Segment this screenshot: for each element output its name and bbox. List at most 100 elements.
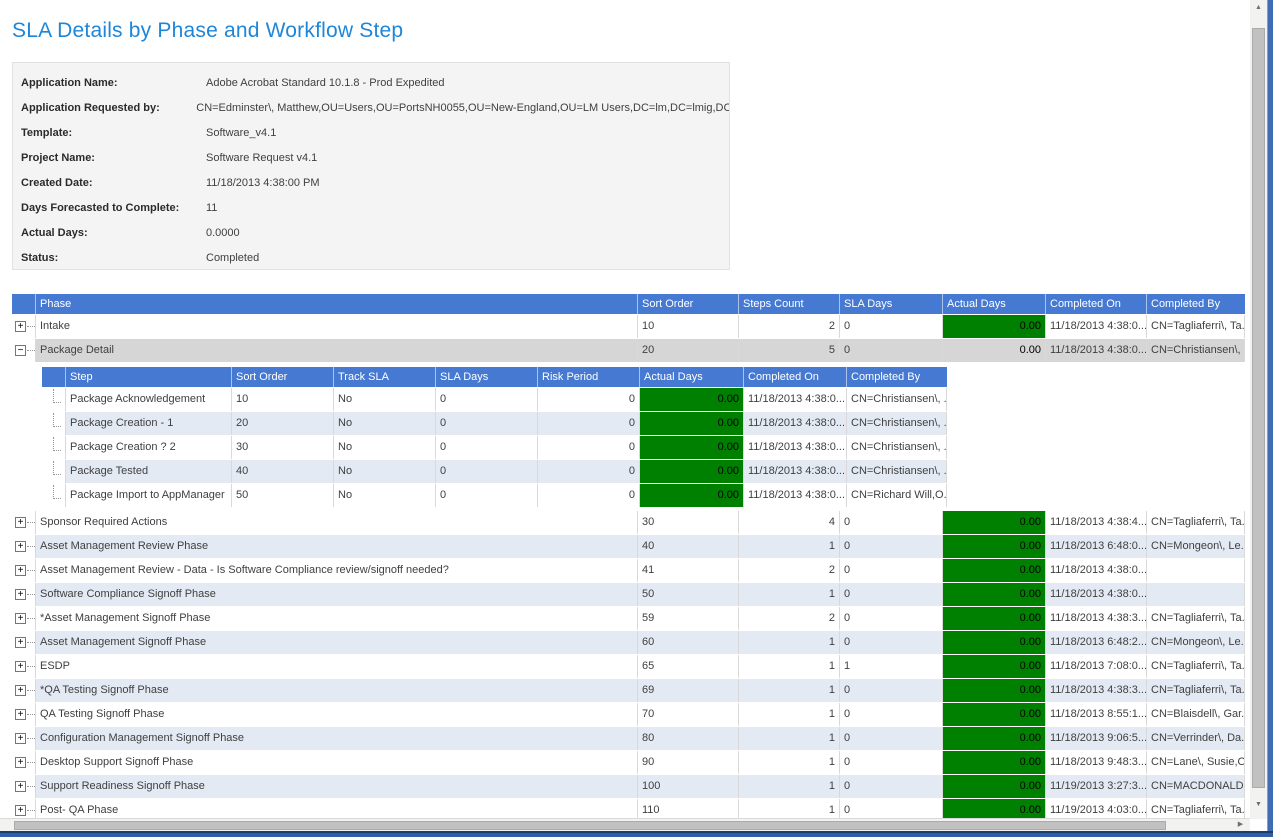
toggle-cell: + (12, 535, 36, 558)
phase-completed-on: 11/18/2013 9:48:3... (1046, 751, 1147, 774)
header-completed-by: Completed By (1147, 294, 1245, 314)
header-actual-days: Actual Days (943, 294, 1046, 314)
info-row: Application Name:Adobe Acrobat Standard … (13, 71, 729, 96)
phase-name: Asset Management Review - Data - Is Soft… (36, 559, 638, 582)
phase-actual-days: 0.00 (943, 535, 1046, 558)
phase-sla-days: 0 (840, 607, 943, 630)
phase-actual-days: 0.00 (943, 315, 1046, 338)
info-label: Application Name: (13, 71, 206, 96)
scroll-up-icon[interactable]: ▲ (1250, 0, 1267, 15)
phase-completed-on: 11/18/2013 4:38:0... (1046, 339, 1147, 362)
expand-toggle-icon[interactable]: + (15, 321, 26, 332)
phase-steps-count: 1 (739, 631, 840, 654)
expand-toggle-icon[interactable]: + (15, 757, 26, 768)
info-label: Status: (13, 246, 206, 271)
phase-rows: + Intake 10 2 0 0.00 11/18/2013 4:38:0..… (12, 315, 1245, 822)
phase-table-header: Phase Sort Order Steps Count SLA Days Ac… (12, 294, 1245, 314)
phase-sla-days: 0 (840, 583, 943, 606)
phase-actual-days: 0.00 (943, 727, 1046, 750)
info-label: Created Date: (13, 171, 206, 196)
phase-actual-days: 0.00 (943, 679, 1046, 702)
sub-header-step: Step (66, 367, 232, 387)
header-phase: Phase (36, 294, 638, 314)
phase-row: + Software Compliance Signoff Phase 50 1… (12, 583, 1245, 606)
toggle-cell: + (12, 727, 36, 750)
expand-toggle-icon[interactable]: + (15, 733, 26, 744)
phase-row: + Asset Management Review Phase 40 1 0 0… (12, 535, 1245, 558)
vertical-scrollbar-thumb[interactable] (1252, 28, 1265, 788)
tree-branch-icon (53, 413, 61, 427)
step-tree-cell (42, 436, 66, 459)
phase-sort-order: 100 (638, 775, 739, 798)
phase-name: Software Compliance Signoff Phase (36, 583, 638, 606)
step-track-sla: No (334, 484, 436, 507)
phase-sort-order: 41 (638, 559, 739, 582)
step-track-sla: No (334, 436, 436, 459)
expand-toggle-icon[interactable]: + (15, 781, 26, 792)
header-completed-on: Completed On (1046, 294, 1147, 314)
phase-steps-count: 2 (739, 559, 840, 582)
info-value: 0.0000 (206, 221, 240, 246)
phase-sla-days: 0 (840, 727, 943, 750)
phase-name: Sponsor Required Actions (36, 511, 638, 534)
phase-sla-days: 0 (840, 703, 943, 726)
step-track-sla: No (334, 388, 436, 411)
phase-actual-days: 0.00 (943, 511, 1046, 534)
phase-steps-count: 1 (739, 679, 840, 702)
scroll-right-icon[interactable]: ▶ (1233, 819, 1248, 831)
expand-toggle-icon[interactable]: + (15, 685, 26, 696)
window-border-right (1267, 0, 1273, 837)
expand-toggle-icon[interactable]: + (15, 613, 26, 624)
expand-toggle-icon[interactable]: + (15, 589, 26, 600)
phase-actual-days: 0.00 (943, 655, 1046, 678)
sub-header-risk-period: Risk Period (538, 367, 640, 387)
expand-toggle-icon[interactable]: + (15, 637, 26, 648)
phase-steps-count: 5 (739, 339, 840, 362)
expand-toggle-icon[interactable]: + (15, 541, 26, 552)
step-tree-cell (42, 460, 66, 483)
phase-name: Desktop Support Signoff Phase (36, 751, 638, 774)
info-row: Status:Completed (13, 246, 729, 271)
vertical-scrollbar[interactable]: ▲ ▼ (1250, 0, 1267, 819)
phase-name: Package Detail (36, 339, 638, 362)
step-track-sla: No (334, 460, 436, 483)
step-name: Package Creation ? 2 (66, 436, 232, 459)
expand-toggle-icon[interactable]: + (15, 517, 26, 528)
step-name: Package Import to AppManager (66, 484, 232, 507)
step-table-header: Step Sort Order Track SLA SLA Days Risk … (42, 367, 947, 387)
tree-connector-icon (27, 690, 35, 691)
toggle-cell: + (12, 631, 36, 654)
phase-steps-count: 1 (739, 751, 840, 774)
horizontal-scrollbar[interactable]: ▶ (0, 818, 1250, 831)
expand-toggle-icon[interactable]: + (15, 805, 26, 816)
expand-toggle-icon[interactable]: + (15, 661, 26, 672)
step-sla-days: 0 (436, 436, 538, 459)
phase-completed-on: 11/18/2013 4:38:3... (1046, 607, 1147, 630)
phase-row: + QA Testing Signoff Phase 70 1 0 0.00 1… (12, 703, 1245, 726)
step-sort-order: 30 (232, 436, 334, 459)
horizontal-scrollbar-thumb[interactable] (14, 821, 1166, 830)
expand-toggle-icon[interactable]: + (15, 565, 26, 576)
phase-actual-days: 0.00 (943, 607, 1046, 630)
expand-toggle-icon[interactable]: − (15, 345, 26, 356)
sub-header-toggle (42, 367, 66, 387)
step-sla-days: 0 (436, 460, 538, 483)
phase-actual-days: 0.00 (943, 559, 1046, 582)
sub-header-completed-by: Completed By (847, 367, 947, 387)
phase-completed-by: CN=Lane\, Susie,O... (1147, 751, 1245, 774)
phase-sort-order: 70 (638, 703, 739, 726)
step-sla-days: 0 (436, 388, 538, 411)
scroll-down-icon[interactable]: ▼ (1250, 797, 1267, 812)
step-name: Package Acknowledgement (66, 388, 232, 411)
phase-steps-count: 2 (739, 315, 840, 338)
info-value: Software Request v4.1 (206, 146, 317, 171)
expand-toggle-icon[interactable]: + (15, 709, 26, 720)
step-row: Package Acknowledgement 10 No 0 0 0.00 1… (42, 388, 947, 411)
toggle-cell: + (12, 751, 36, 774)
step-sla-days: 0 (436, 412, 538, 435)
step-sla-days: 0 (436, 484, 538, 507)
phase-completed-on: 11/19/2013 3:27:3... (1046, 775, 1147, 798)
tree-connector-icon (27, 350, 35, 351)
phase-sla-days: 0 (840, 775, 943, 798)
toggle-cell: + (12, 315, 36, 338)
